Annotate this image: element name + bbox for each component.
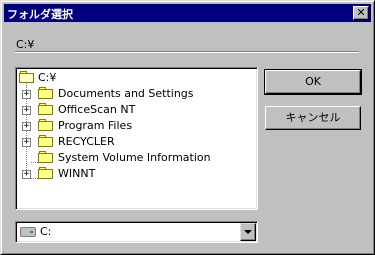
- tree-item-label: OfficeScan NT: [58, 103, 136, 116]
- folder-icon: [38, 135, 54, 148]
- drive-select[interactable]: C:: [15, 221, 258, 243]
- tree-item-label: System Volume Information: [58, 151, 211, 164]
- folder-open-icon: [19, 71, 35, 84]
- tree-root-label: C:¥: [38, 71, 57, 84]
- separator: [15, 51, 359, 53]
- expand-plus-icon[interactable]: +: [22, 138, 31, 147]
- expand-plus-icon[interactable]: +: [22, 122, 31, 131]
- folder-tree[interactable]: C:¥ + Documents and Settings + OfficeSca…: [15, 67, 258, 210]
- close-icon: ✕: [356, 6, 366, 19]
- close-button[interactable]: ✕: [353, 6, 369, 20]
- tree-item[interactable]: + WINNT: [16, 166, 255, 182]
- tree-item[interactable]: + Documents and Settings: [16, 86, 255, 102]
- folder-icon: [38, 167, 54, 180]
- expand-plus-icon[interactable]: +: [22, 90, 31, 99]
- tree-root[interactable]: C:¥: [16, 70, 255, 86]
- folder-icon: [38, 103, 54, 116]
- title-bar[interactable]: フォルダ選択 ✕: [4, 4, 371, 22]
- tree-item-label: Program Files: [58, 119, 133, 132]
- drive-icon: [20, 227, 36, 237]
- tree-item[interactable]: + RECYCLER: [16, 134, 255, 150]
- ok-button[interactable]: OK: [264, 69, 362, 95]
- folder-icon: [38, 87, 54, 100]
- folder-icon: [38, 151, 54, 164]
- folder-icon: [38, 119, 54, 132]
- tree-item-label: RECYCLER: [58, 135, 115, 148]
- current-path-label: C:¥: [16, 38, 35, 51]
- tree-item[interactable]: + OfficeScan NT: [16, 102, 255, 118]
- expand-plus-icon[interactable]: +: [22, 170, 31, 179]
- expand-plus-icon[interactable]: +: [22, 106, 31, 115]
- drive-select-value: C:: [40, 225, 52, 238]
- window-title: フォルダ選択: [7, 8, 73, 21]
- cancel-button[interactable]: キャンセル: [265, 106, 361, 130]
- tree-item[interactable]: + Program Files: [16, 118, 255, 134]
- tree-item-label: Documents and Settings: [58, 87, 194, 100]
- folder-select-dialog: フォルダ選択 ✕ C:¥ C:¥ + Documents and Setting…: [0, 0, 375, 255]
- tree-item-label: WINNT: [58, 167, 96, 180]
- tree-item[interactable]: System Volume Information: [16, 150, 255, 166]
- chevron-down-icon[interactable]: [240, 223, 256, 241]
